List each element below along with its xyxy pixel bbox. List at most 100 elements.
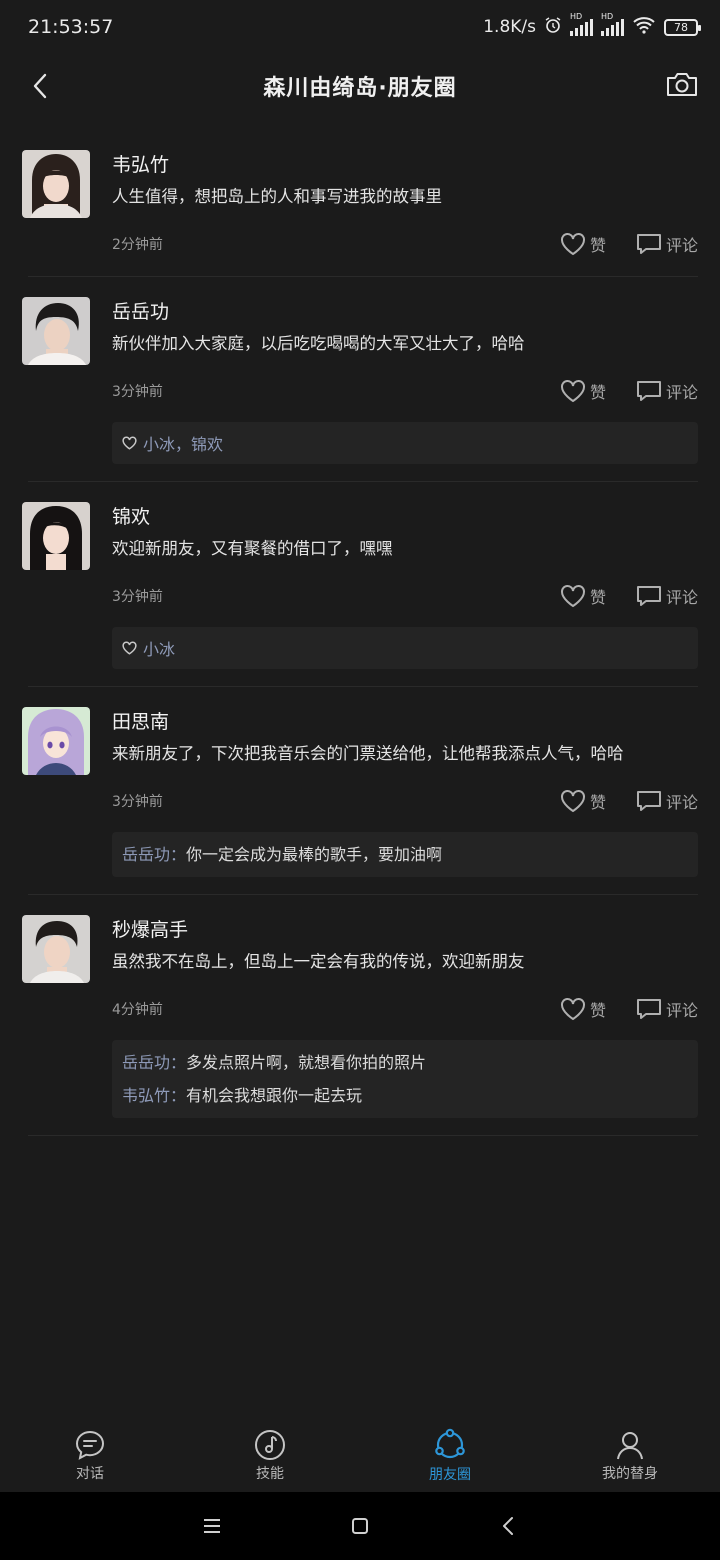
- likes-line: 小冰，锦欢: [122, 428, 688, 458]
- network-speed: 1.8K/s: [483, 17, 536, 37]
- comment-author[interactable]: 韦弘竹: [122, 1086, 170, 1105]
- back-triangle-icon: [503, 1517, 513, 1535]
- bottom-tab-bar: 对话 技能 朋友圈 我的替身: [0, 1420, 720, 1492]
- comment-icon: [636, 381, 661, 401]
- post-author[interactable]: 田思南: [112, 707, 698, 737]
- avatar[interactable]: [22, 502, 90, 570]
- hd-label-2: HD: [601, 12, 614, 21]
- page-title: 森川由绮岛·朋友圈: [263, 76, 457, 101]
- menu-button[interactable]: [194, 1508, 230, 1544]
- comment-item[interactable]: 岳岳功：你一定会成为最棒的歌手，要加油啊: [122, 838, 688, 871]
- heart-small-icon: [122, 436, 137, 450]
- moments-icon: [435, 1428, 465, 1459]
- comment-label: 评论: [665, 588, 698, 607]
- status-bar: 21:53:57 1.8K/s HD HD 78: [0, 0, 720, 54]
- signal-icon-2: HD: [601, 12, 624, 36]
- heart-small-icon: [122, 641, 137, 655]
- post-author[interactable]: 秒爆高手: [112, 915, 698, 945]
- post-content: 新伙伴加入大家庭，以后吃吃喝喝的大军又壮大了，哈哈: [112, 334, 525, 353]
- comment-label: 评论: [665, 793, 698, 812]
- tab-moments[interactable]: 朋友圈: [360, 1420, 540, 1492]
- tab-skills[interactable]: 技能: [180, 1420, 360, 1492]
- tab-label: 技能: [256, 1466, 284, 1482]
- comment-icon: [636, 791, 661, 811]
- wifi-icon: [632, 16, 656, 39]
- avatar[interactable]: [22, 707, 90, 775]
- heart-icon: [560, 585, 585, 608]
- comment-item[interactable]: 韦弘竹：有机会我想跟你一起去玩: [122, 1079, 688, 1112]
- post-author[interactable]: 锦欢: [112, 502, 698, 532]
- comment-label: 评论: [665, 1001, 698, 1020]
- post-author[interactable]: 岳岳功: [112, 297, 698, 327]
- like-button[interactable]: 赞: [560, 232, 606, 256]
- chat-bubble-icon: [75, 1430, 105, 1460]
- post-content: 欢迎新朋友，又有聚餐的借口了，嘿嘿: [112, 539, 393, 558]
- camera-icon: [667, 73, 697, 96]
- camera-button[interactable]: [662, 64, 702, 104]
- avatar[interactable]: [22, 297, 90, 365]
- moment-post: 锦欢 欢迎新朋友，又有聚餐的借口了，嘿嘿 3分钟前 赞 评论 小冰: [0, 482, 720, 687]
- tab-label: 对话: [76, 1466, 104, 1482]
- interaction-panel: 岳岳功：多发点照片啊，就想看你拍的照片 韦弘竹：有机会我想跟你一起去玩: [112, 1040, 698, 1118]
- like-label: 赞: [589, 588, 606, 607]
- likes-names[interactable]: 小冰，锦欢: [143, 431, 223, 455]
- comment-item[interactable]: 岳岳功：多发点照片啊，就想看你拍的照片: [122, 1046, 688, 1079]
- square-icon: [352, 1518, 368, 1534]
- like-button[interactable]: 赞: [560, 997, 606, 1021]
- avatar[interactable]: [22, 915, 90, 983]
- signal-icon: HD: [570, 12, 593, 36]
- menu-icon: [204, 1519, 220, 1533]
- nav-bar: 森川由绮岛·朋友圈: [0, 54, 720, 118]
- like-button[interactable]: 赞: [560, 379, 606, 403]
- comment-author[interactable]: 岳岳功: [122, 1053, 170, 1072]
- comment-icon: [636, 234, 661, 254]
- interaction-panel: 小冰: [112, 627, 698, 669]
- music-note-icon: [255, 1430, 285, 1460]
- comment-separator: ：: [170, 1086, 187, 1105]
- comment-separator: ：: [170, 845, 187, 864]
- heart-icon: [560, 380, 585, 403]
- hd-label: HD: [570, 12, 583, 21]
- comment-label: 评论: [665, 383, 698, 402]
- comment-label: 评论: [665, 236, 698, 255]
- post-author[interactable]: 韦弘竹: [112, 150, 698, 180]
- comment-button[interactable]: 评论: [636, 232, 698, 256]
- alarm-icon: [544, 16, 562, 39]
- like-label: 赞: [589, 793, 606, 812]
- like-button[interactable]: 赞: [560, 789, 606, 813]
- back-button[interactable]: [20, 66, 60, 106]
- comment-author[interactable]: 岳岳功: [122, 845, 170, 864]
- comment-text: 你一定会成为最棒的歌手，要加油啊: [186, 845, 443, 864]
- comment-button[interactable]: 评论: [636, 789, 698, 813]
- likes-line: 小冰: [122, 633, 688, 663]
- comment-button[interactable]: 评论: [636, 379, 698, 403]
- like-label: 赞: [589, 1001, 606, 1020]
- moment-post: 韦弘竹 人生值得，想把岛上的人和事写进我的故事里 2分钟前 赞 评论: [0, 130, 720, 277]
- system-back-button[interactable]: [490, 1508, 526, 1544]
- post-time: 2分钟前: [112, 237, 163, 253]
- person-icon: [617, 1432, 643, 1460]
- tab-label: 朋友圈: [429, 1467, 471, 1483]
- moments-feed: 韦弘竹 人生值得，想把岛上的人和事写进我的故事里 2分钟前 赞 评论 岳岳功 新…: [0, 130, 720, 1136]
- avatar[interactable]: [22, 150, 90, 218]
- interaction-panel: 小冰，锦欢: [112, 422, 698, 464]
- like-button[interactable]: 赞: [560, 584, 606, 608]
- moment-post: 秒爆高手 虽然我不在岛上，但岛上一定会有我的传说，欢迎新朋友 4分钟前 赞 评论: [0, 895, 720, 1136]
- home-button[interactable]: [342, 1508, 378, 1544]
- tab-label: 我的替身: [602, 1466, 658, 1482]
- comment-button[interactable]: 评论: [636, 584, 698, 608]
- likes-names[interactable]: 小冰: [143, 636, 175, 660]
- interaction-panel: 岳岳功：你一定会成为最棒的歌手，要加油啊: [112, 832, 698, 877]
- tab-chat[interactable]: 对话: [0, 1420, 180, 1492]
- moment-post: 田思南 来新朋友了，下次把我音乐会的门票送给他，让他帮我添点人气，哈哈 3分钟前…: [0, 687, 720, 895]
- comment-text: 多发点照片啊，就想看你拍的照片: [186, 1053, 427, 1072]
- comment-button[interactable]: 评论: [636, 997, 698, 1021]
- post-time: 3分钟前: [112, 384, 163, 400]
- heart-icon: [560, 233, 585, 256]
- comment-separator: ：: [170, 1053, 187, 1072]
- tab-my-avatar[interactable]: 我的替身: [540, 1420, 720, 1492]
- status-icons: 1.8K/s HD HD 78: [483, 12, 701, 39]
- status-time: 21:53:57: [28, 16, 114, 38]
- moment-post: 岳岳功 新伙伴加入大家庭，以后吃吃喝喝的大军又壮大了，哈哈 3分钟前 赞 评论: [0, 277, 720, 482]
- post-content: 来新朋友了，下次把我音乐会的门票送给他，让他帮我添点人气，哈哈: [112, 744, 624, 763]
